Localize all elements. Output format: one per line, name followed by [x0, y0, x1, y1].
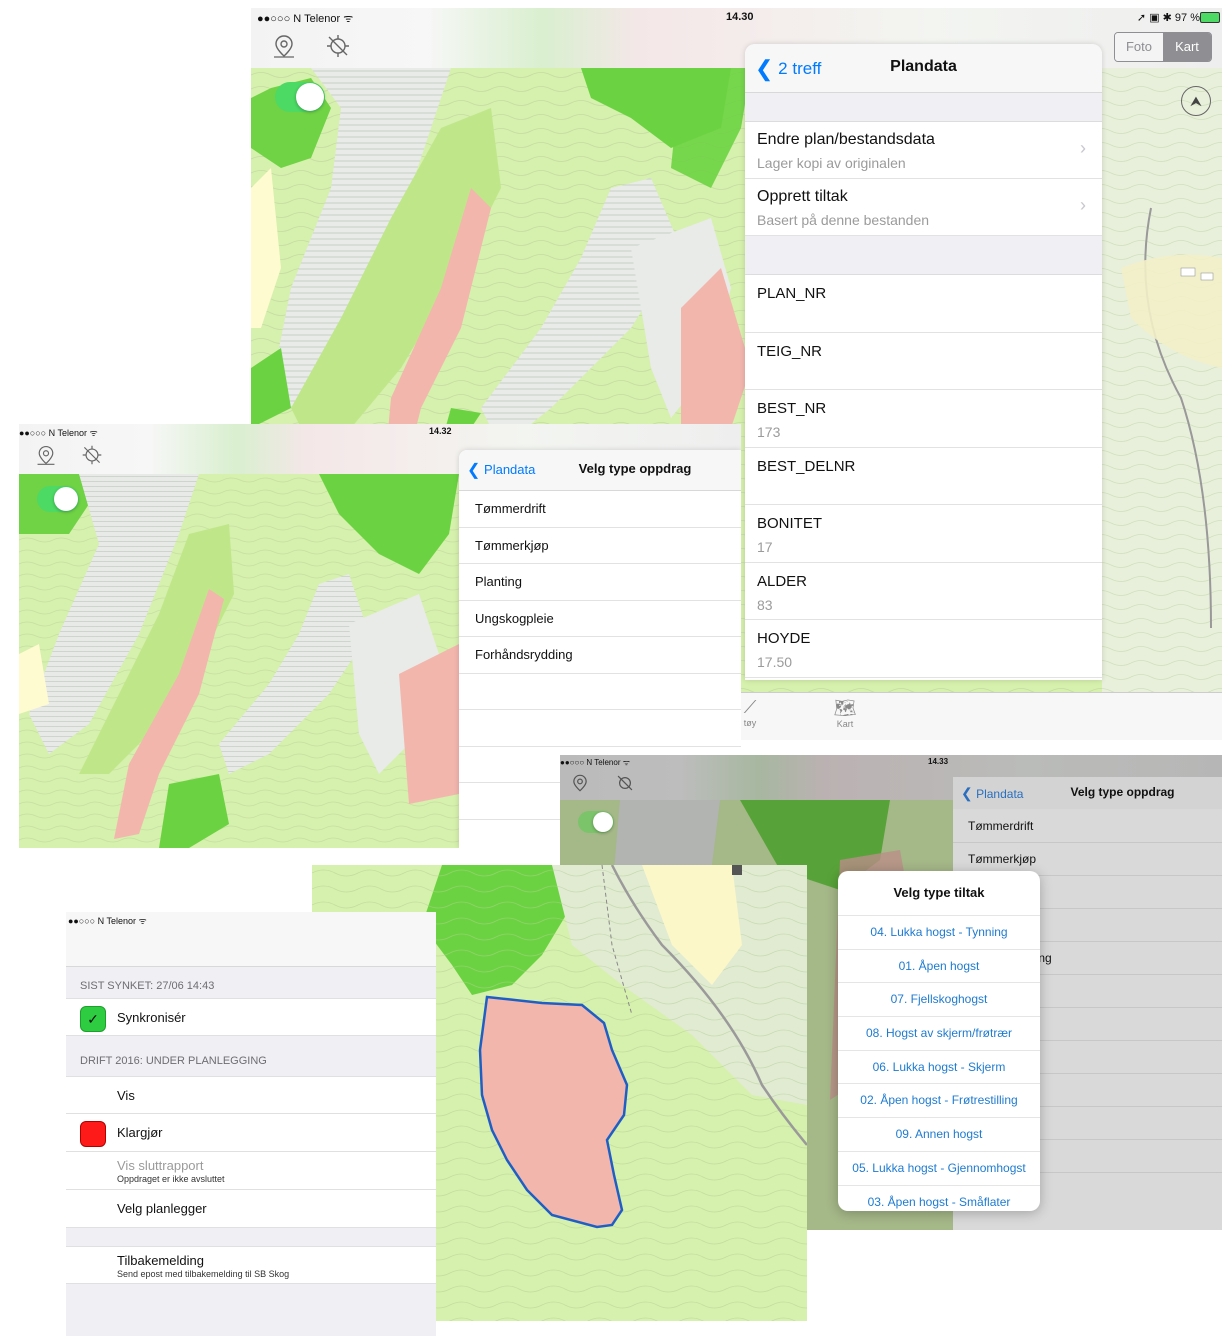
tilbakemelding-row[interactable]: Tilbakemelding Send epost med tilbakemel…: [66, 1246, 436, 1284]
screenshot-oppdrag-settings: ●●○○○ N Telenor ᯤ SIST SYNKET: 27/06 14:…: [66, 912, 436, 1336]
tiltak-option[interactable]: 06. Lukka hogst - Skjerm: [838, 1051, 1040, 1085]
tiltak-option[interactable]: 04. Lukka hogst - Tynning: [838, 916, 1040, 950]
status-bar: ●●○○○ N Telenor ᯤ 14.30 ➚ ▣ ✱ 97 %: [251, 8, 1222, 26]
panel-title: Velg type oppdrag: [578, 461, 692, 476]
battery-icon: [1200, 12, 1220, 23]
clock: 14.30: [726, 11, 754, 23]
velg-tiltak-dialog: Velg type tiltak 04. Lukka hogst - Tynni…: [838, 871, 1040, 1211]
field-row: ALDER 83: [745, 563, 1102, 620]
segment-kart[interactable]: Kart: [1163, 33, 1211, 61]
field-row: HOYDE 17.50: [745, 620, 1102, 678]
sluttrapport-row: Vis sluttrapport Oppdraget er ikke avslu…: [66, 1152, 436, 1190]
oppdrag-item[interactable]: Planting: [459, 564, 741, 601]
oppdrag-item[interactable]: Tømmerdrift: [459, 491, 741, 528]
layer-toggle[interactable]: [578, 811, 614, 833]
tiltak-option[interactable]: 03. Åpen hogst - Småflater: [838, 1186, 1040, 1212]
chevron-left-icon: ❮: [961, 785, 973, 801]
layer-toggle[interactable]: [37, 486, 79, 512]
back-label: Plandata: [976, 787, 1024, 801]
panel-title: Plandata: [890, 58, 957, 75]
chevron-right-icon: ›: [1080, 138, 1086, 158]
check-icon: ✓: [80, 1006, 106, 1032]
field-row: TEIG_NR: [745, 333, 1102, 390]
gps-off-icon[interactable]: [325, 33, 351, 64]
field-row: PLAN_NR: [745, 275, 1102, 333]
field-row: BEST_NR 173: [745, 390, 1102, 448]
action-row-opprett[interactable]: Opprett tiltak Basert på denne bestanden…: [745, 179, 1102, 236]
oppdrag-item[interactable]: Forhåndsrydding: [459, 637, 741, 674]
carrier-label: ●●○○○ N Telenor ᯤ: [68, 916, 147, 926]
section-header-drift: DRIFT 2016: UNDER PLANLEGGING: [80, 1055, 267, 1067]
vis-row[interactable]: Vis: [66, 1076, 436, 1114]
clock: 14.33: [928, 757, 949, 766]
map-photo-segmented-control[interactable]: Foto Kart: [1114, 32, 1212, 62]
field-row: BONITET 17: [745, 505, 1102, 563]
map-icon: 🗺: [833, 698, 857, 718]
action-row-endre[interactable]: Endre plan/bestandsdata Lager kopi av or…: [745, 122, 1102, 179]
carrier-label: ●●○○○ N Telenor ᯤ: [19, 428, 98, 438]
status-bar: ●●○○○ N Telenor ᯤ 14.33: [560, 755, 1222, 769]
back-label: Plandata: [484, 462, 536, 477]
dialog-title: Velg type tiltak: [838, 871, 1040, 916]
status-right: ➚ ▣ ✱ 97 %: [1136, 12, 1200, 24]
location-pin-icon[interactable]: [271, 33, 297, 64]
oppdrag-item[interactable]: Ungskogpleie: [459, 601, 741, 637]
status-bar: ●●○○○ N Telenor ᯤ: [66, 912, 436, 967]
oppdrag-navbar: ❮ Plandata Velg type oppdrag: [459, 450, 741, 491]
location-pin-icon[interactable]: [35, 444, 57, 471]
status-bar: ●●○○○ N Telenor ᯤ 14.32: [19, 424, 741, 440]
back-button[interactable]: ❮ Plandata: [467, 460, 535, 480]
compass-icon[interactable]: ⮝: [1181, 86, 1211, 116]
tab-bar: ⟋ tøy 🗺 Kart: [731, 692, 1222, 740]
clock: 14.32: [429, 426, 452, 436]
oppdrag-item[interactable]: Tømmerdrift: [953, 810, 1222, 843]
field-row: BEST_DELNR: [745, 448, 1102, 505]
oppdrag-item[interactable]: Tømmerkjøp: [459, 528, 741, 564]
carrier-label: ●●○○○ N Telenor ᯤ: [257, 13, 354, 25]
tiltak-option[interactable]: 07. Fjellskoghogst: [838, 983, 1040, 1018]
tab-kart[interactable]: 🗺 Kart: [825, 697, 865, 729]
chevron-right-icon: ›: [1080, 195, 1086, 215]
tiltak-option[interactable]: 01. Åpen hogst: [838, 950, 1040, 984]
panel-title: Velg type oppdrag: [1070, 785, 1175, 799]
tiltak-option[interactable]: 05. Lukka hogst - Gjennomhogst: [838, 1152, 1040, 1186]
section-header-sync: SIST SYNKET: 27/06 14:43: [80, 980, 215, 992]
chevron-left-icon: ❮: [467, 462, 481, 479]
segment-foto[interactable]: Foto: [1115, 33, 1163, 61]
tiltak-option[interactable]: 08. Hogst av skjerm/frøtrær: [838, 1017, 1040, 1051]
oppdrag-navbar: ❮ Plandata Velg type oppdrag: [953, 777, 1222, 810]
gps-off-icon[interactable]: [81, 444, 103, 471]
back-button[interactable]: ❮ Plandata: [961, 785, 1023, 802]
location-pin-icon[interactable]: [570, 773, 590, 798]
plandata-navbar: ❮ 2 treff Plandata: [745, 44, 1102, 93]
gps-off-icon[interactable]: [615, 773, 635, 798]
sync-row[interactable]: ✓ Synkronisér: [66, 998, 436, 1036]
carrier-label: ●●○○○ N Telenor ᯤ: [560, 758, 631, 767]
tiltak-option[interactable]: 09. Annen hogst: [838, 1118, 1040, 1152]
velg-planlegger-row[interactable]: Velg planlegger: [66, 1190, 436, 1228]
status-square-icon: [80, 1121, 106, 1147]
plandata-panel: ❮ 2 treff Plandata Endre plan/bestandsda…: [745, 44, 1102, 680]
tiltak-option[interactable]: 02. Åpen hogst - Frøtrestilling: [838, 1084, 1040, 1119]
klargjor-row[interactable]: Klargjør: [66, 1114, 436, 1152]
layer-toggle[interactable]: [275, 82, 325, 112]
